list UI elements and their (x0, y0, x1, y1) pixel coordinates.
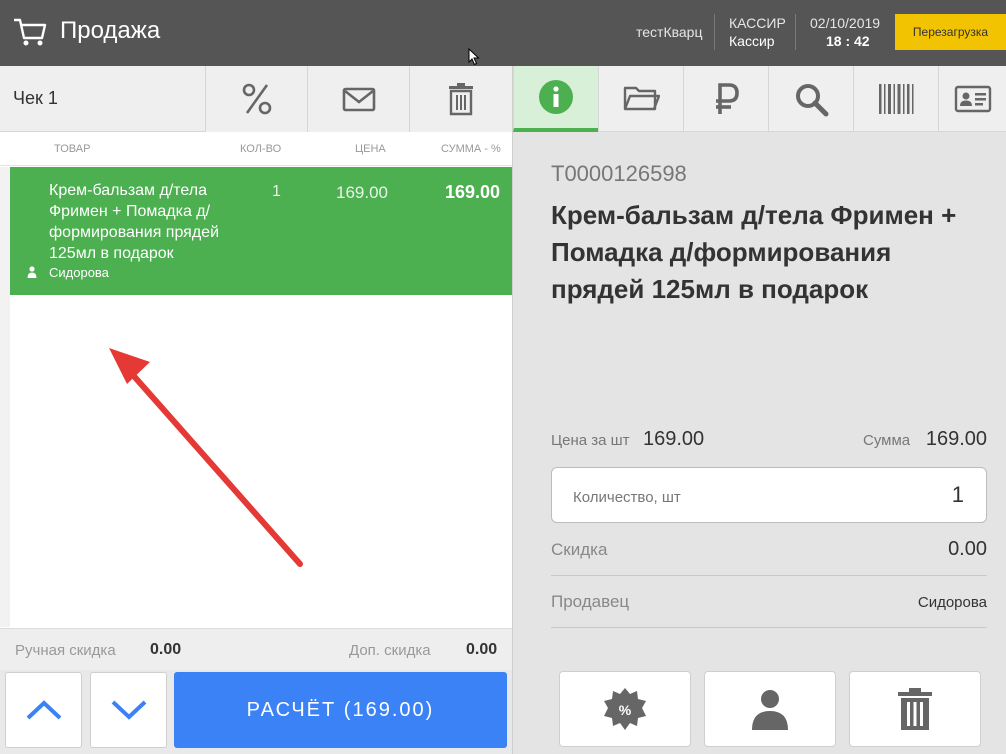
date: 02/10/2019 (810, 15, 881, 31)
seller-icon (27, 266, 37, 278)
chevron-down-icon (111, 700, 146, 720)
tab-info[interactable] (513, 66, 598, 132)
discount-value: 0.00 (948, 538, 987, 560)
column-qty: КОЛ-ВО (240, 143, 282, 155)
delete-item-button[interactable] (849, 671, 981, 747)
scroll-down-button[interactable] (90, 672, 167, 748)
item-discount-button[interactable]: % (559, 671, 691, 747)
manual-discount-label: Ручная скидка (15, 642, 116, 659)
info-icon (539, 80, 573, 114)
sum-value: 169.00 (925, 428, 987, 450)
tab-price[interactable] (683, 66, 768, 132)
id-card-icon (954, 85, 992, 113)
envelope-icon (342, 87, 375, 112)
trash-icon (898, 688, 932, 730)
chevron-up-icon (26, 700, 61, 720)
column-price: ЦЕНА (355, 143, 386, 155)
assign-seller-button[interactable] (704, 671, 836, 747)
item-sum: 169.00 (445, 182, 501, 202)
email-button[interactable] (307, 66, 409, 132)
search-icon (796, 84, 829, 117)
price-summary: Цена за шт 169.00 Сумма 169.00 (551, 426, 987, 456)
tab-search[interactable] (768, 66, 853, 132)
item-seller: Сидорова (49, 265, 109, 280)
discount-strip: Ручная скидка 0.00 Доп. скидка 0.00 (0, 628, 512, 670)
discount-row: Скидка 0.00 (551, 524, 987, 576)
top-bar: Продажа тестКварц КАССИР Кассир 02/10/20… (0, 0, 1006, 66)
barcode-icon (879, 84, 914, 114)
row-gutter (0, 167, 10, 627)
store-name: тестКварц (636, 24, 703, 40)
discount-button[interactable] (205, 66, 307, 132)
product-code: T0000126598 (551, 161, 687, 186)
cashier-role: КАССИР (729, 15, 786, 31)
column-sum: СУММА - % (441, 143, 501, 155)
ruble-icon (716, 83, 739, 114)
tab-catalog[interactable] (598, 66, 683, 132)
unit-price-label: Цена за шт (551, 432, 630, 449)
item-qty: 1 (272, 183, 281, 200)
item-price: 169.00 (336, 183, 388, 202)
annotation-arrow-icon (109, 348, 303, 567)
svg-text:%: % (619, 702, 632, 718)
item-name: Крем-бальзам д/тела Фримен + Помадка д/ф… (49, 182, 220, 262)
seller-row[interactable]: Продавец Сидорова (551, 576, 987, 628)
divider (714, 14, 715, 50)
extra-discount-label: Доп. скидка (349, 642, 431, 659)
folder-icon (623, 86, 660, 111)
cart-icon (14, 18, 47, 46)
seller-label: Продавец (551, 592, 630, 611)
table-header: ТОВАР КОЛ-ВО ЦЕНА СУММА - % (0, 132, 512, 166)
quantity-label: Количество, шт (573, 489, 681, 506)
extra-discount-value: 0.00 (466, 641, 498, 658)
receipt-actions: РАСЧЁТ (169.00) (0, 670, 512, 754)
tab-barcode[interactable] (853, 66, 938, 132)
product-name: Крем-бальзам д/тела Фримен + Помадка д/ф… (551, 200, 957, 304)
quantity-field[interactable]: Количество, шт 1 (551, 467, 987, 523)
reload-button[interactable]: Перезагрузка (895, 14, 1006, 50)
receipt-panel: Чек 1 ТОВАР КОЛ-ВО ЦЕНА СУММА - % Крем-б… (0, 66, 531, 754)
time: 18 : 42 (826, 33, 870, 49)
discount-label: Скидка (551, 540, 608, 559)
tab-bar (513, 66, 1006, 132)
page-title: Продажа (60, 17, 161, 44)
tab-customer-card[interactable] (938, 66, 1006, 132)
manual-discount-value: 0.00 (150, 641, 182, 658)
unit-price-value: 169.00 (643, 428, 705, 450)
sum-label: Сумма (863, 432, 911, 449)
cashier-name: Кассир (729, 33, 775, 49)
receipt-title[interactable]: Чек 1 (13, 88, 58, 109)
pay-button[interactable]: РАСЧЁТ (169.00) (174, 672, 507, 748)
divider (795, 14, 796, 50)
scroll-up-button[interactable] (5, 672, 82, 748)
column-product: ТОВАР (54, 143, 91, 155)
quantity-value: 1 (951, 482, 964, 507)
percent-icon (242, 83, 271, 115)
delete-receipt-button[interactable] (409, 66, 512, 132)
seller-value: Сидорова (917, 594, 987, 611)
discount-badge-icon: % (604, 688, 646, 730)
mouse-cursor-icon (468, 48, 480, 66)
product-details-panel: T0000126598 Крем-бальзам д/тела Фримен +… (512, 66, 1006, 754)
user-icon (752, 690, 788, 730)
receipt-toolbar: Чек 1 (0, 66, 512, 132)
table-row[interactable]: Крем-бальзам д/тела Фримен + Помадка д/ф… (10, 167, 531, 295)
trash-icon (449, 83, 473, 116)
